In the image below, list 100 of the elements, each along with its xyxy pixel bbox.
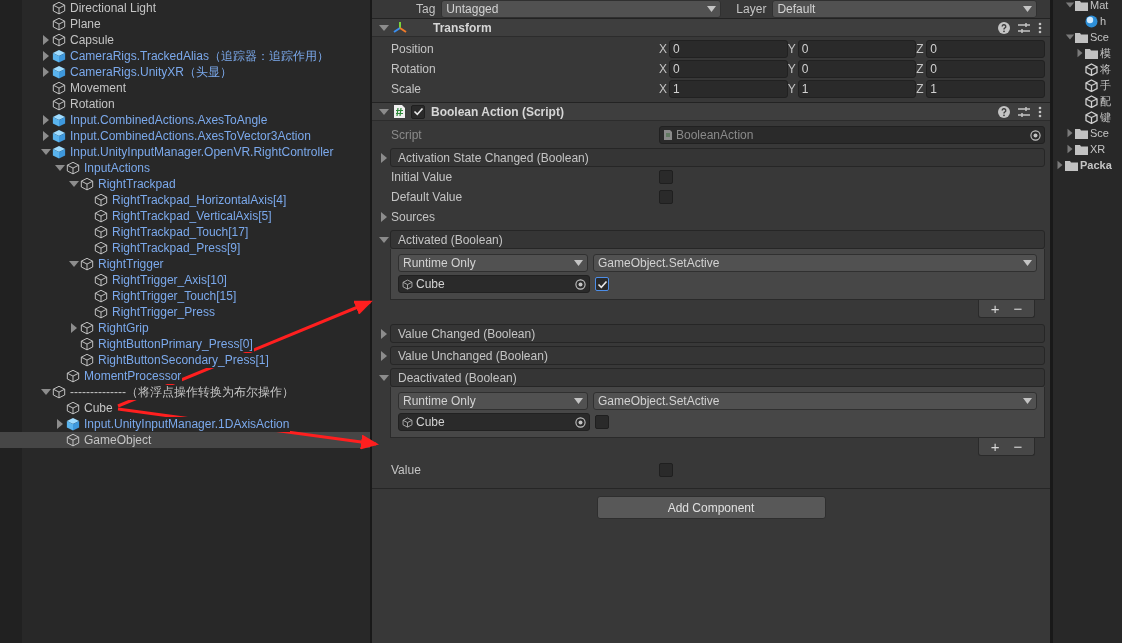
tree-row[interactable]: RightTrigger_Touch[15] [0,288,370,304]
tree-row[interactable]: --------------（将浮点操作转换为布尔操作） [0,384,370,400]
number-field[interactable]: 0 [669,60,788,78]
tree-row[interactable]: RightTrigger [0,256,370,272]
expand-arrow-icon[interactable] [1075,47,1085,59]
checkbox[interactable] [411,104,425,119]
tree-row[interactable]: Input.UnityInputManager.1DAxisAction [0,416,370,432]
project-item[interactable]: XR [1053,141,1122,157]
tree-row[interactable]: MomentProcessor [0,368,370,384]
caret-icon [707,6,717,12]
tree-row[interactable]: RightTrackpad_Press[9] [0,240,370,256]
tree-row[interactable]: InputActions [0,160,370,176]
cube-icon [52,17,66,31]
tree-row[interactable]: RightTrackpad [0,176,370,192]
item-label: RightTrigger_Touch[15] [111,288,238,304]
number-field[interactable]: 1 [669,80,788,98]
object-picker-icon[interactable] [575,416,586,428]
number-field[interactable]: 0 [797,60,917,78]
tree-row[interactable]: RightGrip [0,320,370,336]
number-field[interactable]: 0 [797,40,917,58]
project-item[interactable]: 配 [1053,93,1122,109]
expand-arrow-icon[interactable] [1065,127,1075,139]
menu-icon[interactable] [1038,21,1042,34]
menu-icon[interactable] [1038,105,1042,118]
project-item[interactable]: Packa [1053,157,1122,173]
dropdown[interactable]: Untagged [441,0,722,18]
tree-row[interactable]: Plane [0,16,370,32]
project-item[interactable]: 手 [1053,77,1122,93]
event-header[interactable]: Value Changed (Boolean) [390,324,1045,343]
axis-label: X [659,61,668,78]
foldout-label[interactable]: Sources [391,208,436,226]
tree-row[interactable]: CameraRigs.UnityXR（头显） [0,64,370,80]
tree-row[interactable]: Input.UnityInputManager.OpenVR.RightController [0,144,370,160]
add-button[interactable]: + [987,438,1003,455]
help-icon[interactable] [998,21,1010,34]
tree-row[interactable]: Movement [0,80,370,96]
tree-row[interactable]: Input.CombinedActions.AxesToVector3Action [0,128,370,144]
tree-row[interactable]: RightTrackpad_VerticalAxis[5] [0,208,370,224]
tree-row[interactable]: RightButtonSecondary_Press[1] [0,352,370,368]
tree-row[interactable]: RightTrackpad_HorizontalAxis[4] [0,192,370,208]
project-item[interactable]: Sce [1053,125,1122,141]
script-icon [663,129,673,141]
event-header[interactable]: Value Unchanged (Boolean) [390,346,1045,365]
tree-row[interactable]: CameraRigs.TrackedAlias（追踪器：追踪作用） [0,48,370,64]
field-label: Scale [391,81,423,98]
tree-row[interactable]: Input.CombinedActions.AxesToAngle [0,112,370,128]
tree-row[interactable]: RightTrigger_Press [0,304,370,320]
event-header[interactable]: Activation State Changed (Boolean) [390,148,1045,167]
cube-icon [66,161,80,175]
project-item[interactable]: Sce [1053,29,1122,45]
expand-arrow-icon[interactable] [1055,159,1065,171]
tree-row[interactable]: GameObject [0,432,370,448]
remove-button[interactable]: − [1010,438,1026,455]
project-item[interactable]: h [1053,13,1122,29]
tree-row[interactable]: Rotation [0,96,370,112]
event-header[interactable]: Deactivated (Boolean) [390,368,1045,387]
dropdown[interactable]: GameObject.SetActive [593,254,1037,272]
folder-icon [1075,0,1088,11]
event-header[interactable]: Activated (Boolean) [390,230,1045,249]
object-field[interactable]: Cube [398,275,590,293]
cube-icon [66,369,80,383]
cube-icon [94,273,108,287]
sphere-icon [1085,14,1098,28]
folder-icon [1065,159,1078,171]
tree-row[interactable]: RightTrigger_Axis[10] [0,272,370,288]
preset-icon[interactable] [1018,105,1030,118]
tree-row[interactable]: RightTrackpad_Touch[17] [0,224,370,240]
project-item[interactable]: 模 [1053,45,1122,61]
tree-row[interactable]: Cube [0,400,370,416]
number-field[interactable]: 0 [669,40,788,58]
remove-button[interactable]: − [1010,300,1026,317]
item-label: RightTrackpad_VerticalAxis[5] [111,208,273,224]
project-item[interactable]: Mat [1053,0,1122,13]
item-label: Directional Light [69,0,158,16]
checkbox[interactable] [659,190,673,204]
checkbox[interactable] [659,463,673,477]
dropdown[interactable]: Default [772,0,1038,18]
help-icon[interactable] [998,105,1010,118]
number-field[interactable]: 1 [926,80,1045,98]
checkbox[interactable] [659,170,673,184]
checkbox[interactable] [595,415,609,429]
preset-icon[interactable] [1018,21,1030,34]
expand-arrow-icon[interactable] [1065,143,1075,155]
add-component-button[interactable]: Add Component [596,496,826,519]
dropdown[interactable]: Runtime Only [398,392,588,410]
object-picker-icon[interactable] [575,278,586,290]
tree-row[interactable]: Capsule [0,32,370,48]
project-item[interactable]: 将 [1053,61,1122,77]
number-field[interactable]: 1 [797,80,917,98]
add-button[interactable]: + [987,300,1003,317]
project-item[interactable]: 键 [1053,109,1122,125]
checkbox[interactable] [595,277,609,291]
tree-row[interactable]: RightButtonPrimary_Press[0] [0,336,370,352]
cube-icon [66,401,80,415]
dropdown[interactable]: GameObject.SetActive [593,392,1037,410]
number-field[interactable]: 0 [926,60,1045,78]
object-field[interactable]: Cube [398,413,590,431]
tree-row[interactable]: Directional Light [0,0,370,16]
number-field[interactable]: 0 [926,40,1045,58]
dropdown[interactable]: Runtime Only [398,254,588,272]
